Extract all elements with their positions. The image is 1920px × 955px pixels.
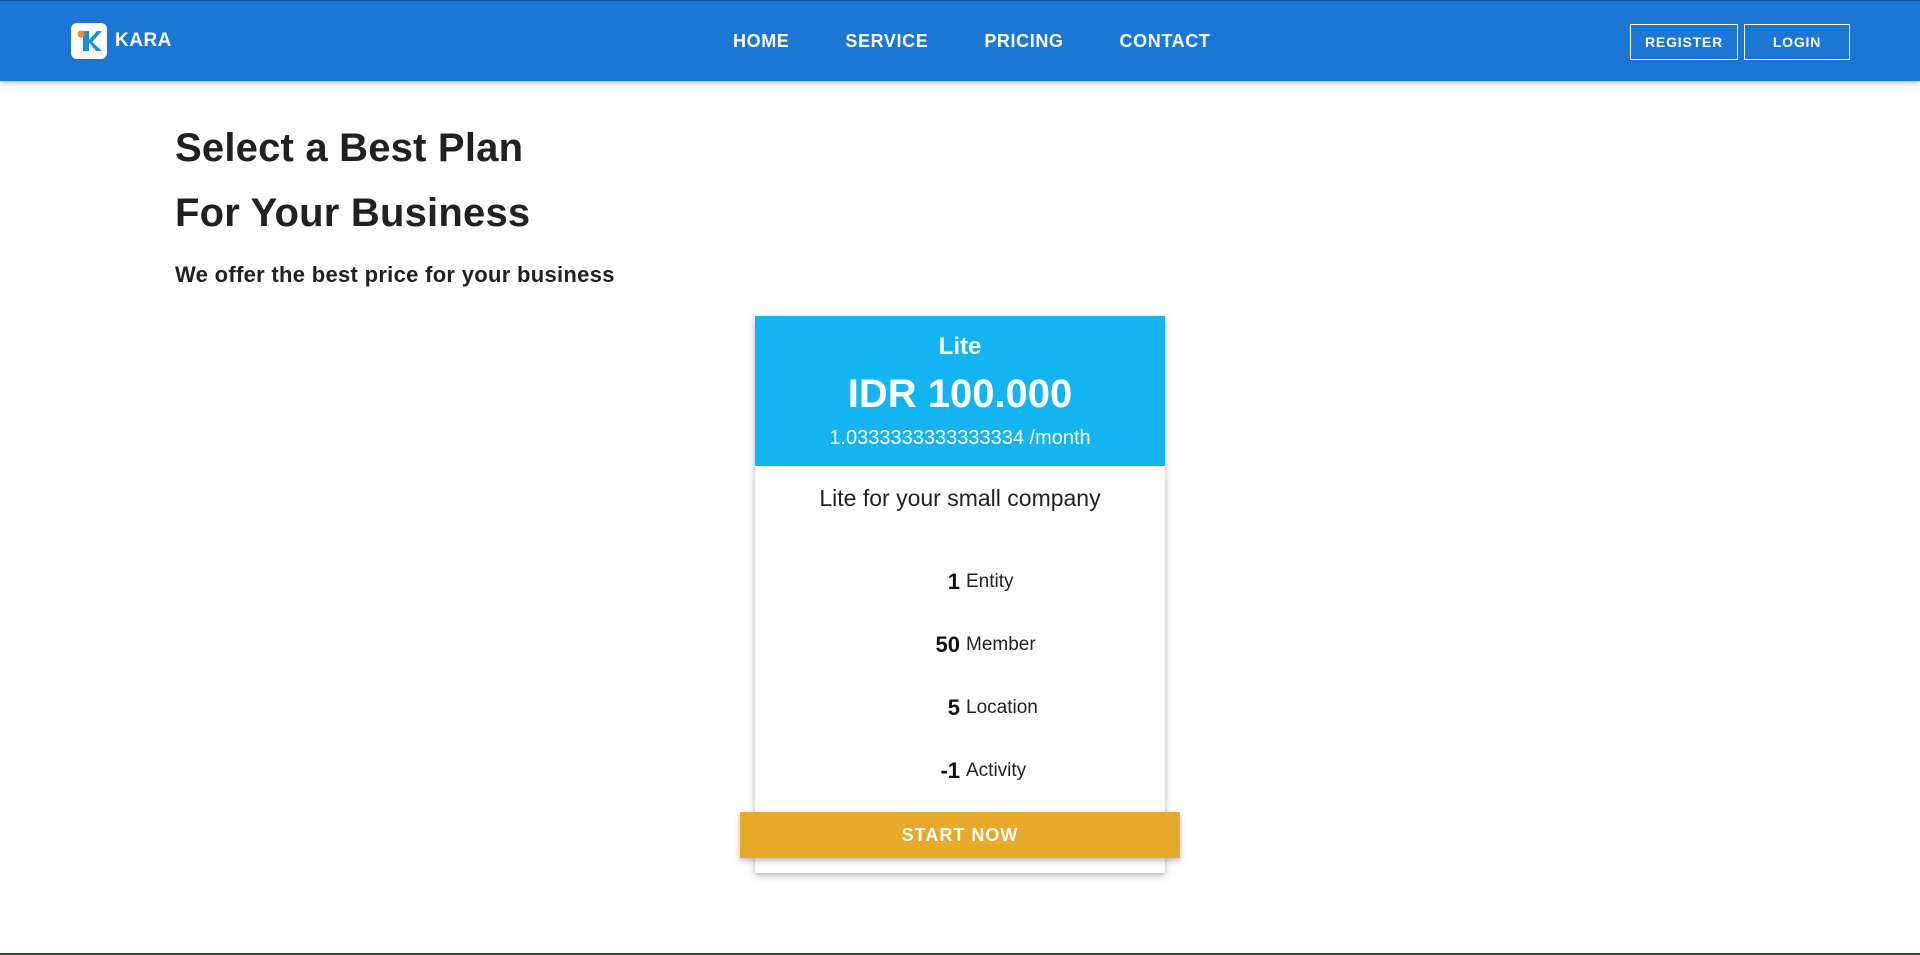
nav-service[interactable]: SERVICE xyxy=(845,31,928,52)
brand-home-link[interactable]: KARA xyxy=(71,23,172,59)
pricing-hero: Select a Best Plan For Your Business We … xyxy=(175,116,615,288)
page-subtitle: We offer the best price for your busines… xyxy=(175,262,615,287)
main-nav: HOME SERVICE PRICING CONTACT xyxy=(705,1,1238,82)
feature-entity: 1 Entity xyxy=(755,550,1165,613)
brand-name: KARA xyxy=(115,30,172,51)
plan-card-lite: Lite IDR 100.000 1.0333333333333334 /mon… xyxy=(755,316,1165,873)
nav-home[interactable]: HOME xyxy=(733,31,789,52)
plan-features: 1 Entity 50 Member 5 Location -1 Activit… xyxy=(755,550,1165,802)
kara-logo-icon xyxy=(71,23,107,59)
feature-label: Member xyxy=(966,633,1036,655)
page-title-line1: Select a Best Plan xyxy=(175,126,524,170)
feature-label: Activity xyxy=(966,759,1027,781)
plan-period: 1.0333333333333334 /month xyxy=(829,427,1091,449)
plan-price: IDR 100.000 xyxy=(847,372,1073,416)
auth-buttons: REGISTER LOGIN xyxy=(1630,24,1850,60)
feature-label: Entity xyxy=(966,570,1014,592)
feature-activity: -1 Activity xyxy=(755,739,1165,802)
plan-description: Lite for your small company xyxy=(819,485,1101,511)
nav-pricing[interactable]: PRICING xyxy=(984,31,1063,52)
nav-contact[interactable]: CONTACT xyxy=(1120,31,1211,52)
feature-value: 50 xyxy=(935,631,960,657)
register-button[interactable]: REGISTER xyxy=(1630,24,1738,60)
page-title-line2: For Your Business xyxy=(175,191,531,235)
feature-value: -1 xyxy=(940,757,960,783)
feature-location: 5 Location xyxy=(755,676,1165,739)
plan-card-header: Lite IDR 100.000 1.0333333333333334 /mon… xyxy=(755,316,1165,466)
login-button[interactable]: LOGIN xyxy=(1744,24,1850,60)
start-now-button[interactable]: START NOW xyxy=(740,812,1180,858)
feature-value: 5 xyxy=(947,694,960,720)
plan-name: Lite xyxy=(938,333,982,360)
top-navbar: KARA HOME SERVICE PRICING CONTACT REGIST… xyxy=(0,0,1920,81)
feature-label: Location xyxy=(966,696,1038,718)
feature-member: 50 Member xyxy=(755,613,1165,676)
feature-value: 1 xyxy=(947,568,960,594)
